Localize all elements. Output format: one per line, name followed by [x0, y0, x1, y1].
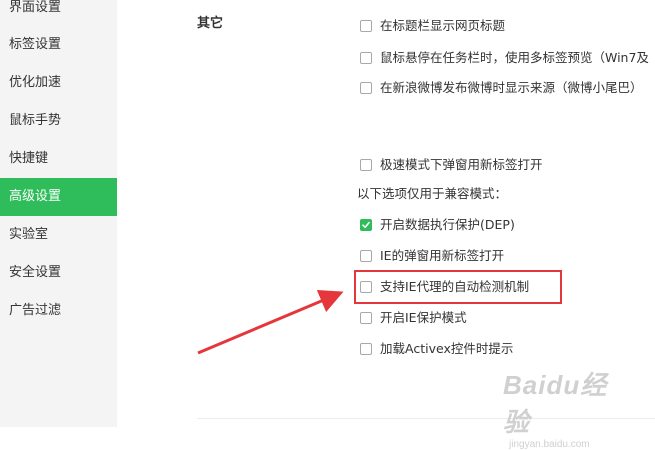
watermark-url: jingyan.baidu.com: [509, 439, 590, 450]
watermark-brand: Baidu经验: [503, 370, 608, 437]
annotation-arrow-icon: [197, 289, 344, 355]
baidu-jingyan-watermark: Baidu经验 jingyan.baidu.com: [503, 365, 633, 450]
